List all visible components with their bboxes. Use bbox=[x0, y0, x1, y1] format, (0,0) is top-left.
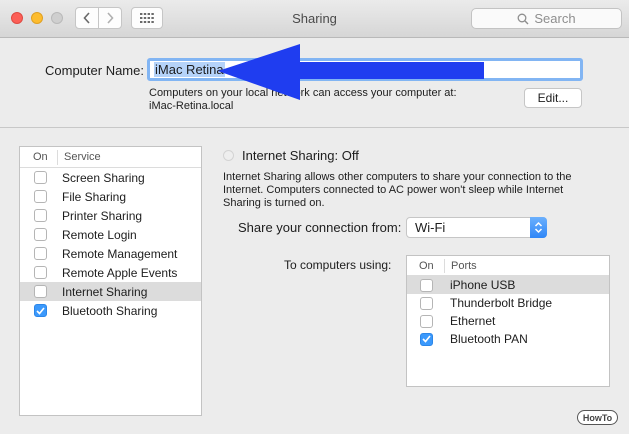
service-checkbox-printer-sharing[interactable] bbox=[34, 209, 47, 222]
service-checkbox-remote-management[interactable] bbox=[34, 247, 47, 260]
header-on: On bbox=[33, 151, 48, 163]
search-placeholder: Search bbox=[534, 11, 576, 26]
port-checkbox-iphone-usb[interactable] bbox=[420, 278, 433, 292]
service-checkbox-file-sharing[interactable] bbox=[34, 190, 47, 203]
port-row-thunderbolt-bridge[interactable]: Thunderbolt Bridge bbox=[407, 294, 609, 312]
service-label: File Sharing bbox=[62, 189, 127, 204]
service-row-printer-sharing[interactable]: Printer Sharing bbox=[20, 206, 201, 225]
share-from-label: Share your connection from: bbox=[238, 220, 402, 235]
edit-button[interactable]: Edit... bbox=[524, 88, 582, 108]
share-from-select[interactable]: Wi-Fi bbox=[406, 217, 547, 238]
port-checkbox-thunderbolt-bridge[interactable] bbox=[420, 296, 433, 310]
service-checkbox-screen-sharing[interactable] bbox=[34, 171, 47, 184]
header-service: Service bbox=[57, 149, 101, 165]
ports-list-header: On Ports bbox=[407, 256, 609, 276]
service-checkbox-internet-sharing[interactable] bbox=[34, 285, 47, 298]
service-row-remote-management[interactable]: Remote Management bbox=[20, 244, 201, 263]
port-label: Thunderbolt Bridge bbox=[450, 296, 553, 310]
port-label: iPhone USB bbox=[450, 278, 516, 292]
port-label: Ethernet bbox=[450, 314, 496, 328]
service-label: Internet Sharing bbox=[62, 284, 148, 299]
port-row-bluetooth-pan[interactable]: Bluetooth PAN bbox=[407, 330, 609, 348]
annotation-arrow-icon bbox=[218, 44, 484, 100]
port-checkbox-ethernet[interactable] bbox=[420, 314, 433, 328]
service-checkbox-remote-login[interactable] bbox=[34, 228, 47, 241]
ports-list: On Ports iPhone USB Thunderbolt Bridge Eth… bbox=[406, 255, 610, 387]
service-label: Remote Login bbox=[62, 227, 137, 242]
service-row-remote-login[interactable]: Remote Login bbox=[20, 225, 201, 244]
service-row-bluetooth-sharing[interactable]: Bluetooth Sharing bbox=[20, 301, 201, 320]
search-icon bbox=[517, 13, 529, 24]
service-list: On Service Screen Sharing File Sharing Pri… bbox=[19, 146, 202, 416]
port-label: Bluetooth PAN bbox=[450, 332, 528, 346]
popup-stepper-icon bbox=[530, 217, 547, 238]
checkmark-icon bbox=[36, 306, 45, 315]
port-row-ethernet[interactable]: Ethernet bbox=[407, 312, 609, 330]
service-label: Remote Apple Events bbox=[62, 265, 178, 280]
to-computers-label: To computers using: bbox=[284, 258, 392, 272]
service-label: Remote Management bbox=[62, 246, 178, 261]
title-bar: Sharing Search bbox=[0, 0, 629, 38]
service-row-screen-sharing[interactable]: Screen Sharing bbox=[20, 168, 201, 187]
service-label: Bluetooth Sharing bbox=[62, 303, 158, 318]
checkmark-icon bbox=[422, 335, 431, 343]
howto-watermark: HowTo bbox=[577, 410, 618, 425]
port-checkbox-bluetooth-pan[interactable] bbox=[420, 332, 433, 346]
internet-sharing-status-indicator bbox=[223, 150, 234, 161]
service-checkbox-bluetooth-sharing[interactable] bbox=[34, 304, 47, 317]
service-label: Printer Sharing bbox=[62, 208, 143, 223]
service-row-file-sharing[interactable]: File Sharing bbox=[20, 187, 201, 206]
service-row-remote-apple-events[interactable]: Remote Apple Events bbox=[20, 263, 201, 282]
service-checkbox-remote-apple-events[interactable] bbox=[34, 266, 47, 279]
internet-sharing-title: Internet Sharing: Off bbox=[242, 148, 359, 163]
search-field[interactable]: Search bbox=[471, 8, 622, 29]
computer-name-label: Computer Name: bbox=[45, 63, 144, 78]
service-list-header: On Service bbox=[20, 147, 201, 168]
ports-header-ports: Ports bbox=[444, 258, 477, 273]
ports-header-on: On bbox=[419, 259, 434, 272]
port-row-iphone-usb[interactable]: iPhone USB bbox=[407, 276, 609, 294]
service-label: Screen Sharing bbox=[62, 170, 145, 185]
share-from-value: Wi-Fi bbox=[415, 220, 446, 235]
internet-sharing-description: Internet Sharing allows other computers … bbox=[223, 171, 572, 209]
service-row-internet-sharing[interactable]: Internet Sharing bbox=[20, 282, 201, 301]
